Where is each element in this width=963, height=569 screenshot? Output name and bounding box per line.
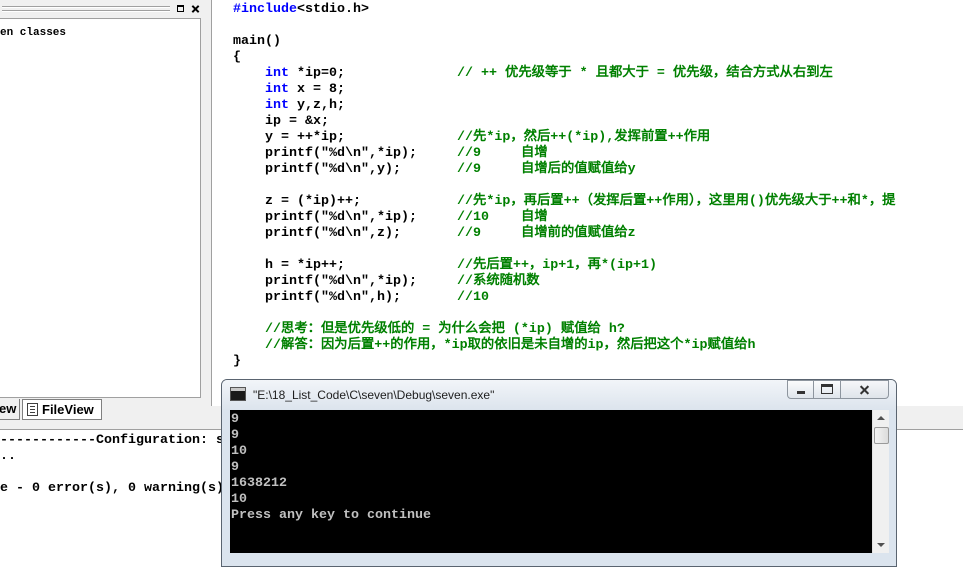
tab-file-view-label: FileView [42, 402, 94, 417]
output-line: ------------Configuration: s [0, 433, 224, 448]
minimize-button[interactable] [787, 380, 814, 399]
code-editor[interactable]: #include<stdio.h> main() { int *ip=0; // … [211, 0, 963, 406]
tree-item-classes[interactable]: en classes [0, 26, 66, 40]
class-tree[interactable]: en classes [0, 18, 201, 398]
code-line[interactable]: //解答：因为后置++的作用，*ip取的依旧是未自增的ip，然后把这个*ip赋值… [233, 338, 756, 354]
code-line[interactable]: h = *ip++; //先后置++，ip+1，再*(ip+1) [233, 258, 657, 274]
code-line[interactable]: int y,z,h; [233, 98, 345, 114]
code-text: printf("%d\n",y); [265, 162, 401, 177]
console-window[interactable]: "E:\18_List_Code\C\seven\Debug\seven.exe… [221, 379, 897, 567]
arrow-down-icon [877, 543, 885, 547]
code-text: z = (*ip)++; [265, 194, 361, 209]
scroll-up-button[interactable] [873, 410, 890, 427]
console-scrollbar[interactable] [872, 410, 889, 553]
maximize-button[interactable] [813, 380, 841, 399]
tab-class-view-label: ew [0, 401, 17, 416]
code-text: printf("%d\n",*ip); [265, 210, 417, 225]
code-line[interactable]: //思考：但是优先级低的 = 为什么会把 (*ip) 赋值给 h? [233, 322, 625, 338]
comment: //系统随机数 [457, 274, 540, 289]
code-text: } [233, 354, 241, 369]
comment: //9 自增后的值赋值给y [457, 162, 636, 177]
scroll-down-button[interactable] [873, 536, 890, 553]
arrow-up-icon [877, 416, 885, 420]
code-line[interactable]: printf("%d\n",h); //10 [233, 290, 489, 306]
code-line[interactable]: printf("%d\n",*ip); //9 自增 [233, 146, 548, 162]
code-line[interactable]: #include<stdio.h> [233, 2, 369, 18]
console-app-icon[interactable] [230, 387, 246, 401]
close-icon [841, 381, 888, 398]
code-text: *ip=0; [289, 66, 345, 81]
keyword: int [265, 98, 289, 113]
code-text: printf("%d\n",*ip); [265, 274, 417, 289]
console-line: Press any key to continue [231, 508, 431, 523]
close-icon [189, 3, 202, 15]
code-line[interactable]: int *ip=0; // ++ 优先级等于 * 且都大于 = 优先级，结合方式从… [233, 66, 833, 82]
code-line[interactable]: printf("%d\n",y); //9 自增后的值赋值给y [233, 162, 636, 178]
code-line[interactable]: printf("%d\n",*ip); //系统随机数 [233, 274, 540, 290]
code-text: printf("%d\n",*ip); [265, 146, 417, 161]
console-line: 9 [231, 412, 239, 427]
console-line: 10 [231, 492, 247, 507]
workspace-header[interactable] [0, 0, 204, 18]
keyword: int [265, 82, 289, 97]
close-button[interactable] [840, 380, 889, 399]
code-text: h = *ip++; [265, 258, 345, 273]
comment: //9 自增 [457, 146, 548, 161]
minimize-icon [797, 391, 805, 394]
console-line: 9 [231, 460, 239, 475]
code-line[interactable]: int x = 8; [233, 82, 345, 98]
restore-icon [177, 5, 184, 12]
comment: //10 自增 [457, 210, 548, 225]
code-text: y,z,h; [289, 98, 345, 113]
code-line[interactable]: printf("%d\n",z); //9 自增前的值赋值给z [233, 226, 636, 242]
console-title: "E:\18_List_Code\C\seven\Debug\seven.exe… [253, 388, 495, 402]
code-line[interactable]: y = ++*ip; //先*ip，然后++(*ip),发挥前置++作用 [233, 130, 710, 146]
comment: //解答：因为后置++的作用，*ip取的依旧是未自增的ip，然后把这个*ip赋值… [265, 338, 756, 353]
comment: //先*ip，然后++(*ip),发挥前置++作用 [457, 130, 711, 145]
maximize-icon [821, 384, 833, 394]
code-line[interactable]: ip = &x; [233, 114, 329, 130]
code-text: x = 8; [289, 82, 345, 97]
code-text: { [233, 50, 241, 65]
code-line[interactable]: } [233, 354, 241, 370]
code-text: ip = &x; [265, 114, 329, 129]
console-line: 10 [231, 444, 247, 459]
tab-class-view[interactable]: ew [0, 399, 20, 420]
code-text: <stdio.h> [297, 2, 369, 17]
console-line: 1638212 [231, 476, 287, 491]
code-text: printf("%d\n",h); [265, 290, 401, 305]
keyword: int [265, 66, 289, 81]
comment: //9 自增前的值赋值给z [457, 226, 636, 241]
output-line: .. [0, 449, 16, 464]
code-line[interactable]: z = (*ip)++; //先*ip，再后置++（发挥后置++作用），这里用()… [233, 194, 896, 210]
code-text: printf("%d\n",z); [265, 226, 401, 241]
console-output[interactable]: 9 9 10 9 1638212 10 Press any key to con… [230, 410, 872, 553]
comment: //10 [457, 290, 489, 305]
dock-gripper[interactable] [2, 5, 170, 13]
console-client-area[interactable]: 9 9 10 9 1638212 10 Press any key to con… [230, 410, 889, 553]
console-line: 9 [231, 428, 239, 443]
file-view-icon [27, 403, 38, 416]
comment: // ++ 优先级等于 * 且都大于 = 优先级，结合方式从右到左 [457, 66, 833, 81]
preprocessor-keyword: #include [233, 2, 297, 17]
output-line: e - 0 error(s), 0 warning(s) [0, 481, 224, 496]
code-line[interactable]: { [233, 50, 241, 66]
tab-file-view[interactable]: FileView [22, 399, 102, 420]
comment: //先后置++，ip+1，再*(ip+1) [457, 258, 657, 273]
dock-restore-button[interactable] [174, 3, 187, 15]
code-text: y = ++*ip; [265, 130, 345, 145]
scroll-thumb[interactable] [874, 427, 889, 444]
comment: //先*ip，再后置++（发挥后置++作用），这里用()优先级大于++和*，提 [457, 194, 896, 209]
code-line[interactable]: printf("%d\n",*ip); //10 自增 [233, 210, 548, 226]
code-text: main() [233, 34, 281, 49]
dock-close-button[interactable] [189, 3, 202, 15]
comment: //思考：但是优先级低的 = 为什么会把 (*ip) 赋值给 h? [265, 322, 625, 337]
code-line[interactable]: main() [233, 34, 281, 50]
